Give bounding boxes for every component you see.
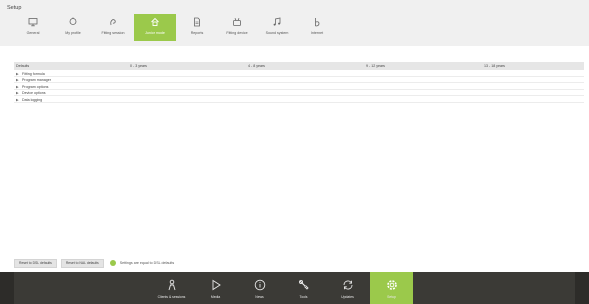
row-label: Fitting formula (22, 71, 45, 76)
document-icon (191, 16, 203, 28)
reset-dsl-button[interactable]: Reset to DSL defaults (14, 258, 57, 268)
nav-setup[interactable]: Setup (370, 272, 413, 304)
status-text: Settings are equal to DSL defaults (119, 261, 175, 265)
fitting-session-icon (107, 16, 119, 28)
music-note-icon (271, 16, 283, 28)
column-header-9-12-years: 9 - 12 years (366, 64, 385, 68)
defaults-table: Defaults 0 - 3 years 4 - 8 years 9 - 12 … (14, 62, 584, 103)
nav-edge-left (0, 272, 14, 304)
junior-mode-icon (149, 16, 161, 28)
tab-fitting-session[interactable]: Fitting session (94, 14, 132, 41)
nav-media-label: Media (210, 295, 221, 299)
tab-junior-mode-label: Junior mode (145, 31, 165, 35)
table-row-program-manager[interactable]: ▶ Program manager (14, 77, 584, 84)
status-indicator-icon (109, 260, 116, 266)
tools-icon (297, 278, 311, 292)
tab-internet-label: Internet (310, 31, 324, 35)
tab-internet[interactable]: Internet (298, 14, 336, 41)
expand-arrow-icon: ▶ (16, 78, 19, 83)
table-row-fitting-formula[interactable]: ▶ Fitting formula (14, 70, 584, 77)
nav-updates-label: Updates (341, 295, 354, 299)
tab-general[interactable]: General (14, 14, 52, 41)
tab-reports-label: Reports (190, 31, 204, 35)
reset-nal-button[interactable]: Reset to NAL defaults (60, 258, 104, 268)
nav-items: Clients & sessions Media News Tools Upda… (150, 272, 414, 304)
tab-fitting-session-label: Fitting session (101, 31, 125, 35)
expand-arrow-icon: ▶ (16, 91, 19, 96)
nav-updates[interactable]: Updates (326, 272, 369, 304)
defaults-footer: Reset to DSL defaults Reset to NAL defau… (14, 258, 174, 268)
column-header-4-8-years: 4 - 8 years (248, 64, 265, 68)
internet-icon (311, 16, 323, 28)
tab-general-label: General (26, 31, 40, 35)
tab-my-profile-label: My profile (65, 31, 81, 35)
table-header: Defaults 0 - 3 years 4 - 8 years 9 - 12 … (14, 62, 584, 70)
expand-arrow-icon: ▶ (16, 97, 19, 102)
row-label: Program manager (22, 78, 51, 83)
tab-reports[interactable]: Reports (178, 14, 216, 41)
monitor-icon (27, 16, 39, 28)
nav-tools[interactable]: Tools (282, 272, 325, 304)
tab-sound-system[interactable]: Sound system (258, 14, 296, 41)
nav-tools-label: Tools (299, 295, 308, 299)
person-icon (165, 278, 179, 292)
nav-clients-sessions[interactable]: Clients & sessions (150, 272, 193, 304)
nav-media[interactable]: Media (194, 272, 237, 304)
info-icon (253, 278, 267, 292)
sync-icon (341, 278, 355, 292)
column-header-0-3-years: 0 - 3 years (130, 64, 147, 68)
column-header-13-18-years: 13 - 18 years (484, 64, 505, 68)
tab-fitting-device[interactable]: Fitting device (218, 14, 256, 41)
page-title: Setup (7, 5, 22, 11)
expand-arrow-icon: ▶ (16, 84, 19, 89)
nav-news-label: News (255, 295, 264, 299)
row-label: Device options (22, 91, 46, 96)
nav-setup-label: Setup (387, 295, 396, 299)
expand-arrow-icon: ▶ (16, 71, 19, 76)
tab-junior-mode[interactable]: Junior mode (134, 14, 176, 41)
setup-toolbar: General My profile Fitting session Junio… (14, 14, 338, 46)
nav-edge-right (575, 272, 589, 304)
row-label: Program options (22, 84, 49, 89)
tab-sound-system-label: Sound system (265, 31, 289, 35)
table-row-device-options[interactable]: ▶ Device options (14, 90, 584, 97)
tab-fitting-device-label: Fitting device (226, 31, 248, 35)
nav-news[interactable]: News (238, 272, 281, 304)
play-icon (209, 278, 223, 292)
table-row-program-options[interactable]: ▶ Program options (14, 83, 584, 90)
gear-icon (385, 278, 399, 292)
tab-my-profile[interactable]: My profile (54, 14, 92, 41)
user-profile-icon (67, 16, 79, 28)
column-header-defaults: Defaults (16, 64, 30, 68)
table-row-data-logging[interactable]: ▶ Data logging (14, 96, 584, 103)
row-label: Data logging (22, 97, 43, 102)
fitting-device-icon (231, 16, 243, 28)
nav-clients-sessions-label: Clients & sessions (157, 295, 186, 299)
